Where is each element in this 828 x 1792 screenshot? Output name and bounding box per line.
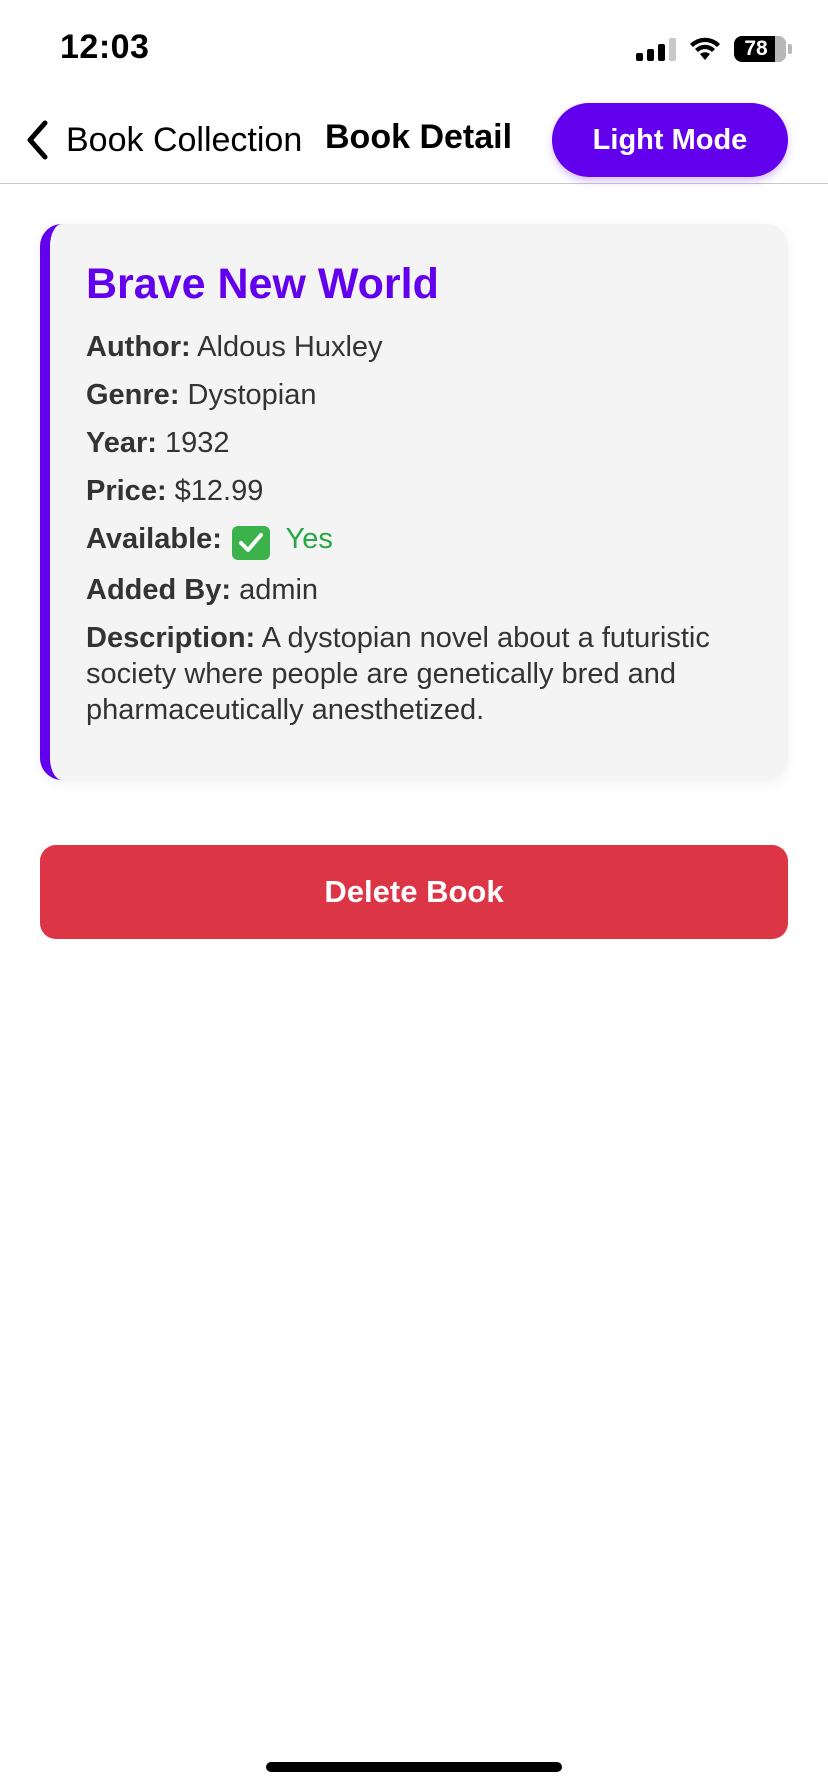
light-mode-button[interactable]: Light Mode [552, 103, 788, 177]
available-row: Available: Yes [86, 521, 752, 560]
battery-percent: 78 [744, 37, 768, 60]
page-title: Book Detail [325, 118, 513, 156]
price-value: $12.99 [174, 475, 264, 507]
genre-row: Genre: Dystopian [86, 377, 752, 413]
author-value: Aldous Huxley [197, 331, 383, 363]
year-row: Year: 1932 [86, 425, 752, 461]
price-row: Price: $12.99 [86, 473, 752, 509]
price-label: Price: [86, 475, 167, 507]
year-value: 1932 [165, 427, 230, 459]
added-by-row: Added By: admin [86, 572, 752, 608]
chevron-left-icon [22, 120, 52, 160]
author-label: Author: [86, 331, 191, 363]
available-value: Yes [285, 523, 333, 555]
battery-nub [788, 44, 792, 54]
genre-label: Genre: [86, 379, 180, 411]
added-by-value: admin [239, 574, 319, 606]
status-time: 12:03 [60, 28, 150, 66]
back-button[interactable]: Book Collection [22, 116, 302, 164]
description-row: Description: A dystopian novel about a f… [86, 620, 752, 728]
year-label: Year: [86, 427, 157, 459]
status-bar: 12:03 78 [0, 0, 828, 100]
book-card: Brave New World Author: Aldous Huxley Ge… [40, 224, 788, 780]
status-icons: 78 [636, 34, 792, 64]
nav-bar: Book Collection Book Detail Light Mode [0, 100, 828, 184]
signal-icon [636, 37, 676, 61]
delete-book-button[interactable]: Delete Book [40, 845, 788, 939]
book-title: Brave New World [86, 260, 439, 308]
available-label: Available: [86, 523, 222, 555]
battery-icon: 78 [734, 36, 786, 62]
added-by-label: Added By: [86, 574, 231, 606]
description-label: Description: [86, 622, 256, 654]
genre-value: Dystopian [187, 379, 317, 411]
check-mark-icon [232, 526, 270, 560]
home-indicator[interactable] [266, 1762, 562, 1772]
wifi-icon [690, 37, 720, 60]
book-detail-screen: 12:03 78 Book Collection Book Detail Lig… [0, 0, 828, 1792]
back-label: Book Collection [66, 120, 303, 159]
author-row: Author: Aldous Huxley [86, 329, 752, 365]
